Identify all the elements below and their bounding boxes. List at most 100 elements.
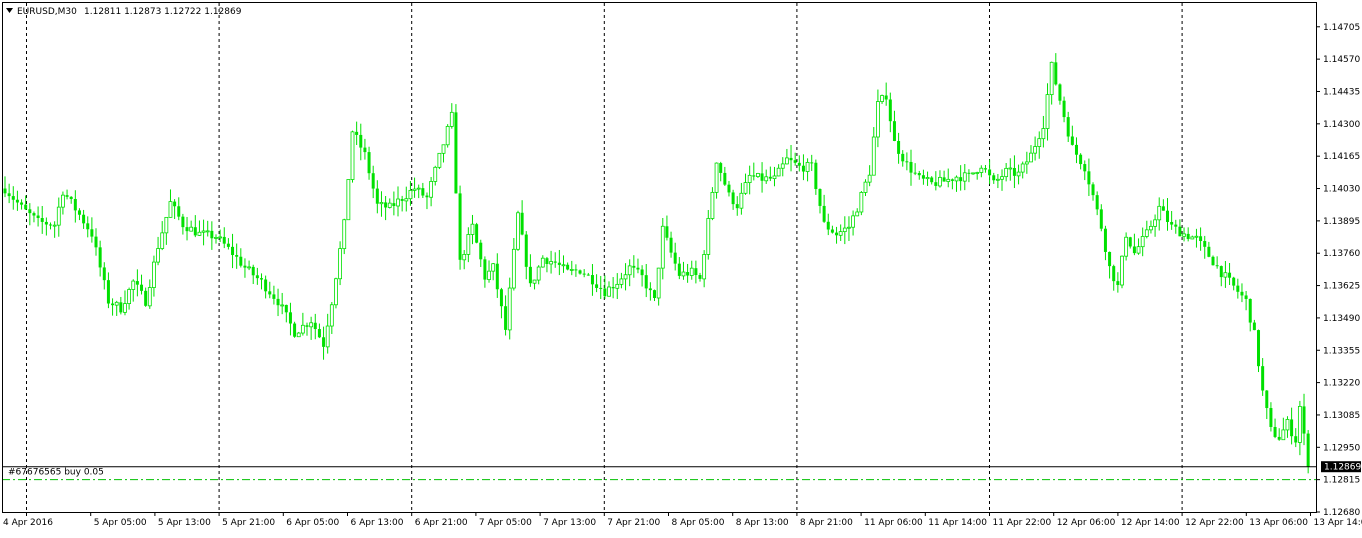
candle: [392, 192, 395, 216]
candle-body: [148, 288, 151, 306]
candle-body: [690, 268, 693, 275]
candle-body: [1017, 172, 1020, 176]
candle-body: [157, 249, 160, 263]
candle-body: [525, 235, 528, 267]
candle-body: [1063, 101, 1066, 117]
candle: [1071, 126, 1074, 146]
candle-body: [624, 275, 627, 279]
candle: [450, 103, 453, 129]
candle: [95, 228, 98, 255]
candle: [736, 196, 739, 216]
candle-body: [860, 192, 863, 212]
candle-body: [699, 275, 702, 279]
triangle-down-icon[interactable]: [6, 8, 13, 13]
candle: [785, 149, 788, 165]
candle-body: [1079, 155, 1082, 164]
candle-body: [1191, 237, 1194, 239]
candle-body: [1261, 366, 1264, 390]
candle-body: [66, 195, 69, 197]
candle-body: [372, 173, 375, 188]
candle-body: [550, 262, 553, 264]
candle-body: [951, 179, 954, 181]
candle: [1236, 279, 1239, 299]
candle-body: [1092, 184, 1095, 195]
candle: [144, 288, 147, 307]
candle: [703, 250, 706, 287]
candle: [1125, 232, 1128, 260]
candle: [45, 218, 48, 236]
candle-body: [1120, 256, 1123, 285]
candle: [918, 171, 921, 180]
candle: [1096, 191, 1099, 215]
candle: [471, 215, 474, 244]
candle: [463, 250, 466, 269]
candle: [661, 218, 664, 279]
candle-body: [831, 230, 834, 233]
candle: [128, 288, 131, 310]
candle-body: [1067, 117, 1070, 136]
candle-body: [1013, 168, 1016, 176]
candle-body: [591, 275, 594, 284]
candle: [579, 269, 582, 274]
candle: [57, 198, 60, 237]
candle-body: [152, 262, 155, 287]
candle-body: [769, 177, 772, 179]
candle-body: [281, 305, 284, 306]
candle-body: [314, 323, 317, 329]
candle-body: [239, 257, 242, 266]
candle-body: [1129, 237, 1132, 246]
candle: [492, 263, 495, 280]
candle-body: [694, 268, 697, 275]
candle-body: [744, 183, 747, 194]
candle: [930, 176, 933, 184]
candle: [1042, 116, 1045, 148]
candle: [1220, 266, 1223, 287]
time-axis[interactable]: 4 Apr 20165 Apr 05:005 Apr 13:005 Apr 21…: [3, 512, 1362, 528]
candle-body: [711, 192, 714, 218]
candle-body: [24, 205, 27, 210]
x-tick-label: 13 Apr 14:00: [1314, 518, 1362, 528]
candle: [434, 166, 437, 186]
candle: [1199, 227, 1202, 250]
candle-body: [955, 177, 958, 181]
candle: [297, 332, 300, 337]
candle: [235, 244, 238, 269]
candle-body: [260, 278, 263, 279]
candle-body: [1009, 168, 1012, 169]
candle-body: [4, 189, 7, 194]
candle: [438, 153, 441, 169]
candle: [186, 217, 189, 240]
candle: [943, 171, 946, 182]
candle-body: [306, 325, 309, 327]
candle: [1009, 158, 1012, 180]
candle: [711, 187, 714, 220]
candle: [475, 223, 478, 243]
candle: [41, 206, 44, 234]
y-tick-label: 1.14570: [1323, 55, 1360, 65]
candle-body: [1240, 292, 1243, 296]
candle-body: [479, 243, 482, 260]
candle: [1203, 236, 1206, 259]
candle-body: [1158, 206, 1161, 220]
candle: [1133, 234, 1136, 255]
candle: [459, 186, 462, 270]
candle: [856, 208, 859, 216]
candle-body: [1294, 436, 1297, 442]
candle: [99, 241, 102, 277]
candle: [1046, 83, 1049, 140]
candle-body: [1286, 419, 1289, 429]
candle-body: [1282, 430, 1285, 440]
candle-body: [947, 179, 950, 181]
price-axis[interactable]: 1.147051.145701.144351.143001.141651.140…: [1316, 23, 1360, 518]
price-chart: #67676565 buy 0.05 1.147051.145701.14435…: [0, 0, 1362, 534]
candle: [839, 224, 842, 241]
candle-body: [41, 218, 44, 222]
candle: [608, 281, 611, 296]
candle: [1005, 163, 1008, 181]
candle: [1013, 155, 1016, 188]
y-tick-label: 1.14435: [1323, 87, 1360, 97]
candle: [376, 180, 379, 213]
candle: [1075, 137, 1078, 163]
candle-body: [351, 132, 354, 180]
candle: [905, 152, 908, 170]
